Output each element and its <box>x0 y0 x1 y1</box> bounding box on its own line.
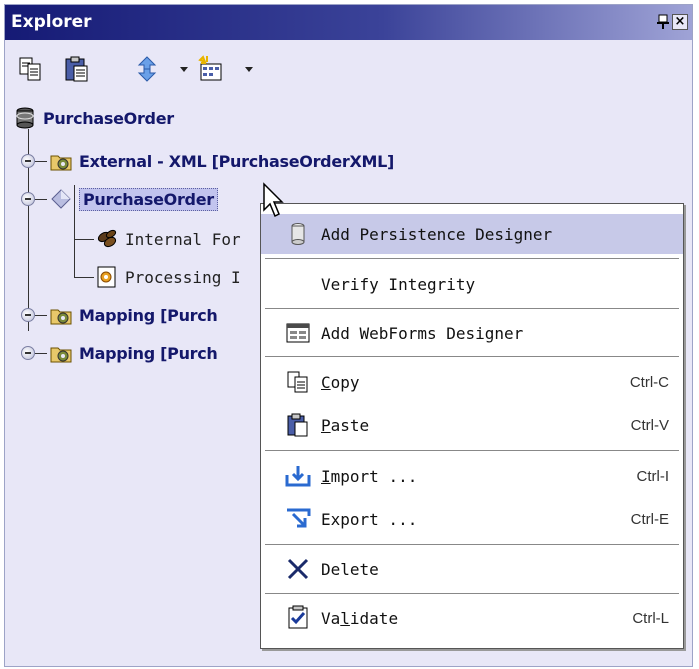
tree-root[interactable]: PurchaseOrder <box>13 103 174 133</box>
menu-item-validate[interactable]: Validate Ctrl-L <box>261 598 683 638</box>
process-document-icon <box>97 266 116 288</box>
menu-item-copy[interactable]: Copy Ctrl-C <box>261 362 683 402</box>
tree-item-label: External - XML [PurchaseOrderXML] <box>79 151 395 171</box>
database-icon <box>16 107 34 129</box>
tree-item-label: Mapping [Purch <box>79 305 218 325</box>
toolbar <box>5 45 692 95</box>
menu-separator <box>265 258 679 260</box>
menu-separator <box>265 544 679 546</box>
menu-item-verify-integrity[interactable]: Verify Integrity <box>261 264 683 304</box>
pin-icon[interactable] <box>656 14 670 30</box>
folder-gear-icon <box>50 309 72 325</box>
tree-connector <box>35 199 47 200</box>
tree-connector <box>74 277 94 278</box>
tree-item-external-xml[interactable]: External - XML [PurchaseOrderXML] <box>49 146 394 176</box>
import-icon <box>285 466 311 487</box>
paste-icon <box>287 413 308 437</box>
copy-icon[interactable] <box>17 55 45 83</box>
close-icon[interactable]: × <box>672 14 688 30</box>
validate-icon <box>288 605 308 629</box>
delete-x-icon <box>287 558 309 580</box>
menu-item-add-persistence-designer[interactable]: Add Persistence Designer <box>261 214 683 254</box>
menu-item-paste[interactable]: Paste Ctrl-V <box>261 405 683 445</box>
tree-item-purchaseorder[interactable]: PurchaseOrder <box>49 184 218 214</box>
tree-item-mapping[interactable]: Mapping [Purch <box>49 300 218 330</box>
form-icon <box>286 323 310 343</box>
menu-item-export[interactable]: Export ... Ctrl-E <box>261 499 683 539</box>
chevron-down-icon[interactable] <box>180 67 188 72</box>
folder-gear-icon <box>50 155 72 171</box>
copy-icon <box>287 371 308 393</box>
menu-separator <box>265 593 679 595</box>
tree-connector <box>74 239 94 240</box>
expand-toggle[interactable] <box>21 154 35 168</box>
tree-root-label: PurchaseOrder <box>43 108 174 128</box>
folder-gear-icon <box>50 347 72 363</box>
menu-separator <box>265 450 679 452</box>
beans-icon <box>97 229 117 248</box>
tree-connector <box>35 161 47 162</box>
window-title: Explorer <box>11 12 92 32</box>
mouse-cursor-icon <box>263 182 284 218</box>
tree-connector <box>35 315 47 316</box>
menu-item-add-webforms-designer[interactable]: Add WebForms Designer <box>261 313 683 353</box>
refresh-arrows-icon[interactable] <box>133 55 161 83</box>
menu-separator <box>265 308 679 310</box>
tree-item-processing[interactable]: Processing I <box>95 262 241 292</box>
tree-item-label: Internal For <box>125 229 241 249</box>
chevron-down-icon[interactable] <box>245 67 253 72</box>
paste-icon[interactable] <box>63 55 91 83</box>
tree-connector <box>35 353 47 354</box>
tree-item-label-selected: PurchaseOrder <box>79 187 218 211</box>
menu-separator <box>265 356 679 358</box>
new-item-icon[interactable] <box>197 55 225 83</box>
diamond-icon <box>51 189 71 209</box>
title-bar: Explorer × <box>5 5 692 40</box>
expand-toggle[interactable] <box>21 346 35 360</box>
tree-item-internal-format[interactable]: Internal For <box>95 224 241 254</box>
export-icon <box>287 508 311 528</box>
expand-toggle[interactable] <box>21 308 35 322</box>
menu-item-import[interactable]: Import ... Ctrl-I <box>261 456 683 496</box>
menu-item-delete[interactable]: Delete <box>261 549 683 589</box>
tree-item-label: Processing I <box>125 267 241 287</box>
context-menu: Add Persistence Designer Verify Integrit… <box>260 203 684 649</box>
tree-item-label: Mapping [Purch <box>79 343 218 363</box>
tree-item-mapping[interactable]: Mapping [Purch <box>49 338 218 368</box>
cylinder-icon <box>291 223 305 245</box>
expand-toggle[interactable] <box>21 192 35 206</box>
